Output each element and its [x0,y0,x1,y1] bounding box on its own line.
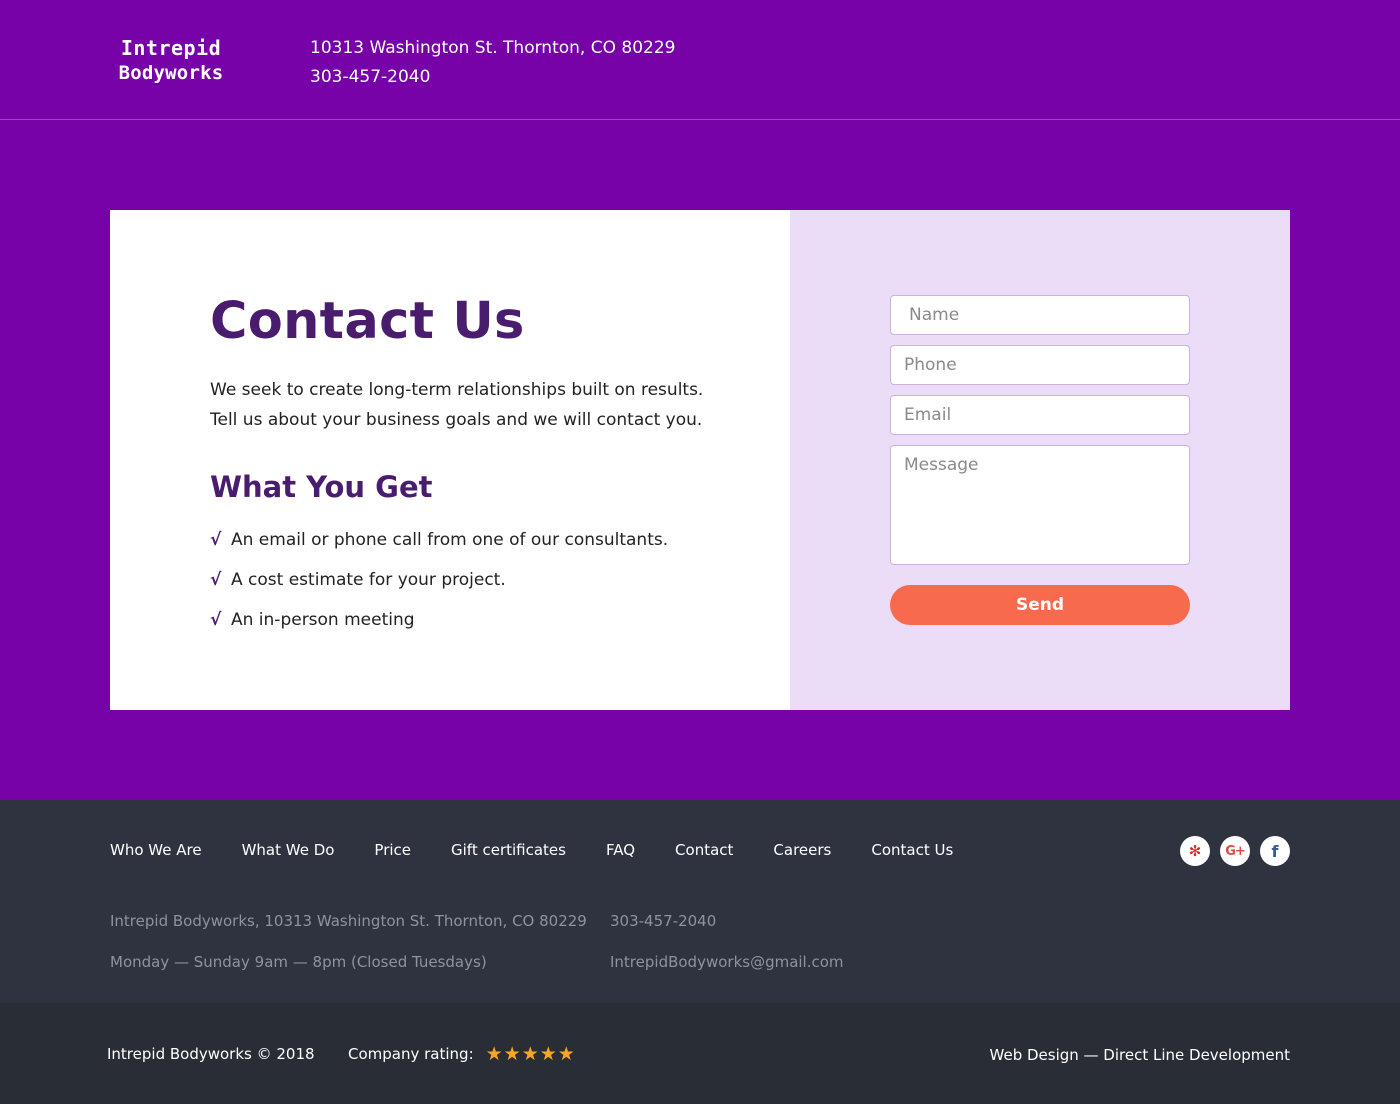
benefit-item: √ A cost estimate for your project. [210,565,668,605]
header-address: 10313 Washington St. Thornton, CO 80229 [310,38,676,58]
footer-link-faq[interactable]: FAQ [606,841,635,859]
logo-line-1: Intrepid [120,36,222,60]
message-textarea[interactable] [890,445,1190,565]
footer-link-contact[interactable]: Contact [675,841,733,859]
send-button[interactable]: Send [890,585,1190,625]
intro-line-1: We seek to create long-term relationship… [210,380,704,400]
benefit-item: √ An email or phone call from one of our… [210,525,668,565]
intro-text: We seek to create long-term relationship… [210,375,730,435]
checkmark-icon: √ [210,570,222,590]
checkmark-icon: √ [210,610,222,630]
footer-location-column: Intrepid Bodyworks, 10313 Washington St.… [110,901,587,983]
footer-link-what-we-do[interactable]: What We Do [242,841,335,859]
contact-card: Contact Us We seek to create long-term r… [110,210,1290,710]
checkmark-icon: √ [210,530,222,550]
bottom-bar: Intrepid Bodyworks © 2018 Company rating… [0,1003,1400,1104]
phone-input[interactable] [890,345,1190,385]
company-rating: Company rating: ★★★★★ [348,1043,576,1065]
footer-address: Intrepid Bodyworks, 10313 Washington St.… [110,912,587,930]
what-you-get-heading: What You Get [210,470,433,504]
header-contact-info: 10313 Washington St. Thornton, CO 80229 … [310,34,675,92]
benefit-text: An in-person meeting [231,610,415,630]
benefit-text: An email or phone call from one of our c… [231,530,669,550]
footer-link-price[interactable]: Price [374,841,411,859]
contact-form-panel: Send [790,210,1290,710]
footer-phone[interactable]: 303-457-2040 [610,901,844,942]
benefit-item: √ An in-person meeting [210,605,668,645]
social-links: ✻ G+ f [1180,836,1290,866]
site-footer: Who We Are What We Do Price Gift certifi… [0,800,1400,1003]
footer-link-gift-certificates[interactable]: Gift certificates [451,841,566,859]
footer-email[interactable]: IntrepidBodyworks@gmail.com [610,942,844,983]
footer-contact-column: 303-457-2040 IntrepidBodyworks@gmail.com [610,901,844,983]
yelp-icon[interactable]: ✻ [1180,836,1210,866]
google-plus-icon[interactable]: G+ [1220,836,1250,866]
footer-link-contact-us[interactable]: Contact Us [871,841,953,859]
footer-link-careers[interactable]: Careers [773,841,831,859]
header-phone[interactable]: 303-457-2040 [310,63,675,92]
page-title: Contact Us [210,292,525,351]
site-header: Intrepid Bodyworks 10313 Washington St. … [0,0,1400,120]
email-input[interactable] [890,395,1190,435]
logo[interactable]: Intrepid Bodyworks [110,36,232,86]
footer-hours: Monday — Sunday 9am — 8pm (Closed Tuesda… [110,953,487,971]
footer-nav: Who We Are What We Do Price Gift certifi… [110,841,993,859]
rating-label: Company rating: [348,1045,474,1063]
copyright: Intrepid Bodyworks © 2018 [107,1045,315,1063]
intro-line-2: Tell us about your business goals and we… [210,410,703,430]
footer-link-who-we-are[interactable]: Who We Are [110,841,202,859]
name-input[interactable] [890,295,1190,335]
contact-info-panel: Contact Us We seek to create long-term r… [110,210,790,710]
rating-stars-icon: ★★★★★ [485,1043,576,1065]
facebook-icon[interactable]: f [1260,836,1290,866]
logo-line-2: Bodyworks [118,62,224,84]
benefit-text: A cost estimate for your project. [231,570,506,590]
web-design-credit[interactable]: Web Design — Direct Line Development [990,1046,1290,1064]
benefits-list: √ An email or phone call from one of our… [210,525,668,645]
